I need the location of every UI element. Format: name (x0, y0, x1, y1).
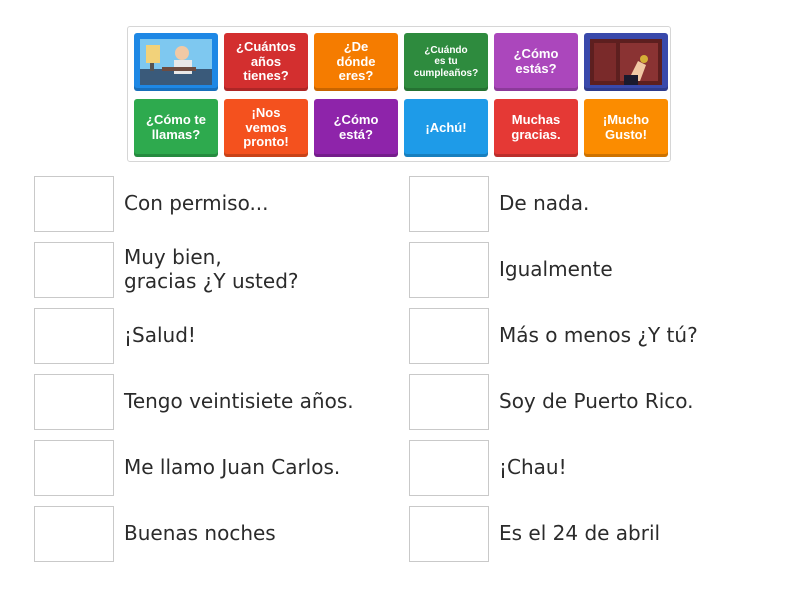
man-at-desk-icon (140, 39, 212, 85)
drop-box-right-1[interactable] (409, 176, 489, 232)
drop-box-left-4[interactable] (34, 374, 114, 430)
answer-right-6: Es el 24 de abril (499, 521, 661, 545)
drop-box-right-3[interactable] (409, 308, 489, 364)
drop-box-left-2[interactable] (34, 242, 114, 298)
tile-achu[interactable]: ¡Achú! (404, 99, 488, 157)
drop-box-right-4[interactable] (409, 374, 489, 430)
drop-box-left-1[interactable] (34, 176, 114, 232)
answer-left-3: ¡Salud! (124, 323, 196, 347)
hand-knocking-door-icon (590, 39, 662, 85)
tile-image-man-at-desk[interactable] (134, 33, 218, 91)
tile-de-donde[interactable]: ¿De dónde eres? (314, 33, 398, 91)
tile-nos-vemos[interactable]: ¡Nos vemos pronto! (224, 99, 308, 157)
tile-cuando-cumpleanos[interactable]: ¿Cuándo es tu cumpleaños? (404, 33, 488, 91)
drop-box-left-3[interactable] (34, 308, 114, 364)
drop-box-right-2[interactable] (409, 242, 489, 298)
answer-right-1: De nada. (499, 191, 590, 215)
drop-box-left-5[interactable] (34, 440, 114, 496)
answer-right-5: ¡Chau! (499, 455, 567, 479)
answer-left-1: Con permiso... (124, 191, 269, 215)
answer-left-4: Tengo veintisiete años. (124, 389, 354, 413)
tile-image-hand-door[interactable] (584, 33, 668, 91)
answer-left-2: Muy bien, gracias ¿Y usted? (124, 245, 299, 293)
drop-box-left-6[interactable] (34, 506, 114, 562)
tile-como-estas[interactable]: ¿Cómo estás? (494, 33, 578, 91)
tile-bank: ¿Cuántos años tienes? ¿De dónde eres? ¿C… (127, 26, 671, 162)
tile-como-esta[interactable]: ¿Cómo está? (314, 99, 398, 157)
drop-box-right-6[interactable] (409, 506, 489, 562)
answer-left-5: Me llamo Juan Carlos. (124, 455, 341, 479)
tile-como-te-llamas[interactable]: ¿Cómo te llamas? (134, 99, 218, 157)
tile-muchas-gracias[interactable]: Muchas gracias. (494, 99, 578, 157)
tile-cuantos-anos[interactable]: ¿Cuántos años tienes? (224, 33, 308, 91)
answer-right-4: Soy de Puerto Rico. (499, 389, 694, 413)
tile-mucho-gusto[interactable]: ¡Mucho Gusto! (584, 99, 668, 157)
answer-right-2: Igualmente (499, 257, 613, 281)
answer-right-3: Más o menos ¿Y tú? (499, 323, 698, 347)
drop-box-right-5[interactable] (409, 440, 489, 496)
answer-left-6: Buenas noches (124, 521, 276, 545)
